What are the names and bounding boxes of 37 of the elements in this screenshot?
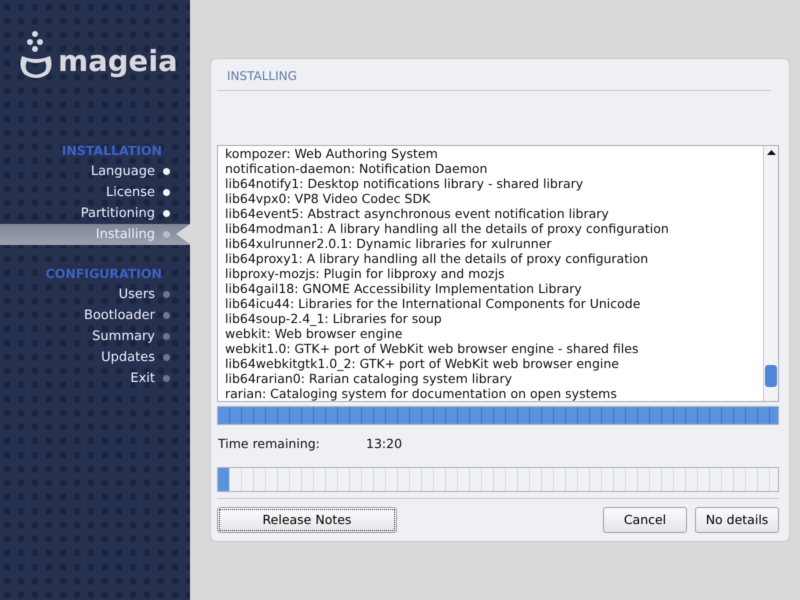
logo-text: mageia [58,47,178,80]
panel-title: INSTALLING [217,67,771,91]
section-heading: INSTALLATION [60,142,163,160]
log-line: webkit1.0: GTK+ port of WebKit web browser engine - shared files [225,341,640,356]
log-line: lib64rarian0: Rarian cataloging system library [225,371,513,386]
time-value: 13:20 [366,435,402,454]
step-item[interactable]: Updates [0,347,190,368]
step-item[interactable]: Bootloader [0,305,190,326]
log-line: lib64xulrunner2.0.1: Dynamic libraries for xulrunner [225,236,553,251]
log-line: lib64icu44: Libraries for the International Components for Unicode [225,296,642,311]
section-heading: CONFIGURATION [44,265,163,283]
step-item[interactable]: License [0,182,190,203]
log-line: lib64proxy1: A library handling all the details of proxy configuration [225,251,650,266]
scrollbar-thumb[interactable] [765,365,777,388]
logo-icon [18,30,54,80]
log-line: kompozer: Web Authoring System [225,146,439,161]
step-item[interactable]: Exit [0,368,190,389]
log-line: lib64gail18: GNOME Accessibility Implementation Library [225,281,583,296]
log-line: lib64modman1: A library handling all the details of proxy configuration [225,221,670,236]
step-item[interactable]: Summary [0,326,190,347]
log-line: lib64webkitgtk1.0_2: GTK+ port of WebKit web browser engine [225,356,620,371]
scrollbar[interactable] [763,146,778,402]
dialog-button[interactable]: No details [695,506,779,533]
step-item[interactable]: Partitioning [0,203,190,224]
log-line: lib64event5: Abstract asynchronous event notification library [225,206,610,221]
log-line: lib64notify1: Desktop notifications library - shared library [225,176,584,191]
dialog-button[interactable]: Release Notes [217,506,397,533]
step-item[interactable]: Users [0,284,190,305]
log-line: notification-daemon: Notification Daemon [225,161,488,176]
log-line: rarian: Cataloging system for documentation on open systems [225,386,618,401]
log-line: lib64vpx0: VP8 Video Codec SDK [225,191,432,206]
log-line: webkit: Web browser engine [225,326,404,341]
log-line: lib64soup-2.4_1: Libraries for soup [225,311,443,326]
log-line: libproxy-mozjs: Plugin for libproxy and mozjs [225,266,506,281]
time-label: Time remaining: [218,435,321,454]
step-item[interactable]: Language [0,161,190,182]
dialog-button[interactable]: Cancel [603,506,687,533]
